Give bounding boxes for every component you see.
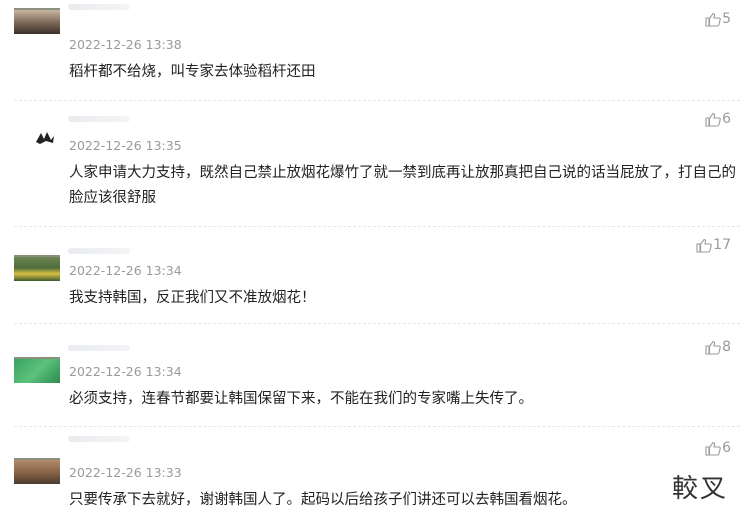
thumbs-up-icon	[696, 238, 712, 253]
username-blurred	[68, 116, 130, 122]
divider	[14, 426, 740, 427]
comment-timestamp: 2022-12-26 13:35	[69, 138, 182, 153]
username-blurred	[68, 436, 130, 442]
like-button[interactable]: 8	[705, 339, 731, 355]
like-count: 17	[713, 237, 731, 253]
comment-timestamp: 2022-12-26 13:33	[69, 465, 182, 480]
thumbs-up-icon	[705, 441, 721, 456]
avatar[interactable]	[14, 255, 60, 281]
comment-text: 必须支持，连春节都要让韩国保留下来，不能在我们的专家嘴上失传了。	[69, 391, 533, 407]
divider	[14, 100, 740, 101]
like-button[interactable]: 6	[705, 111, 731, 127]
comment-text: 人家申请大力支持，既然自己禁止放烟花爆竹了就一禁到底再让放那真把自己说的话当屁放…	[69, 165, 736, 206]
like-button[interactable]: 5	[705, 11, 731, 27]
thumbs-up-icon	[705, 12, 721, 27]
avatar[interactable]	[34, 130, 56, 146]
like-button[interactable]: 6	[705, 440, 731, 456]
like-count: 6	[722, 111, 731, 127]
comment-timestamp: 2022-12-26 13:34	[69, 263, 182, 278]
comment-timestamp: 2022-12-26 13:34	[69, 364, 182, 379]
like-count: 6	[722, 440, 731, 456]
username-blurred	[68, 248, 130, 254]
username-blurred	[68, 345, 130, 351]
comment-text: 我支持韩国，反正我们又不准放烟花！	[69, 290, 316, 306]
like-button[interactable]: 17	[696, 237, 731, 253]
divider	[14, 323, 740, 324]
comment-timestamp: 2022-12-26 13:38	[69, 37, 182, 52]
avatar[interactable]	[14, 357, 60, 383]
comment-text: 稻杆都不给烧，叫专家去体验稻杆还田	[69, 64, 316, 80]
avatar[interactable]	[14, 8, 60, 34]
username-blurred	[68, 4, 130, 10]
thumbs-up-icon	[705, 340, 721, 355]
divider	[14, 226, 740, 227]
comment-text: 只要传承下去就好，谢谢韩国人了。起码以后给孩子们讲还可以去韩国看烟花。	[69, 492, 577, 508]
thumbs-up-icon	[705, 112, 721, 127]
like-count: 8	[722, 339, 731, 355]
watermark: 較叉	[672, 474, 729, 504]
like-count: 5	[722, 11, 731, 27]
avatar[interactable]	[14, 458, 60, 484]
